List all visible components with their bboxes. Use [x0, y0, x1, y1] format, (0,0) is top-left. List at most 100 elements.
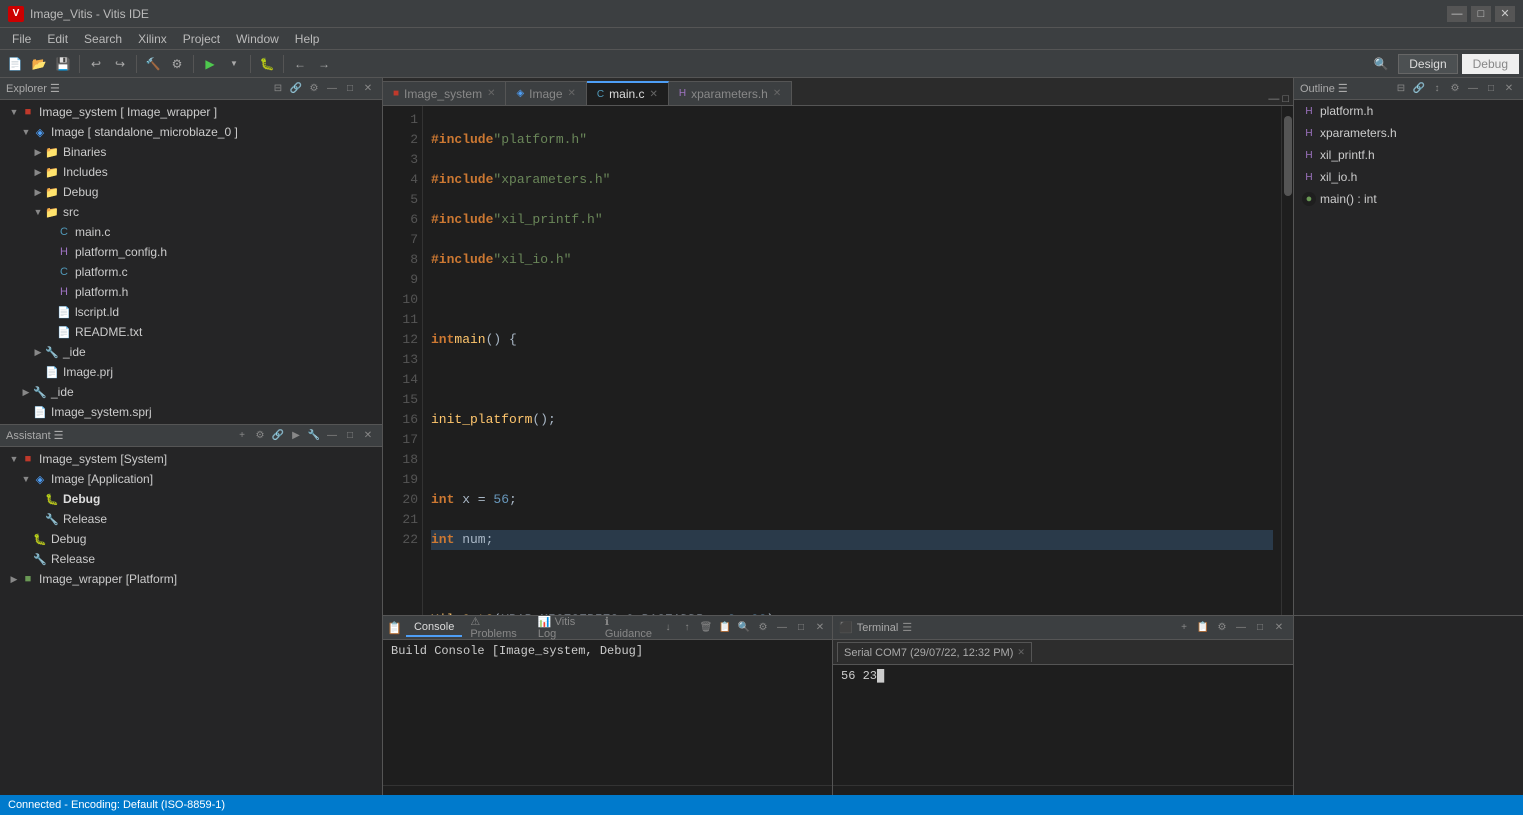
- scrollbar-thumb[interactable]: [1284, 116, 1292, 196]
- tree-item-includes[interactable]: ▶ 📁 Includes: [0, 162, 382, 182]
- tree-item-image-system[interactable]: ▼ ■ Image_system [ Image_wrapper ]: [0, 102, 382, 122]
- tree-arrow-binaries[interactable]: ▶: [32, 146, 44, 158]
- outline-settings-icon[interactable]: ⚙: [1447, 81, 1463, 97]
- terminal-new-icon[interactable]: +: [1176, 620, 1192, 636]
- tab-close-main-c[interactable]: ✕: [650, 89, 658, 100]
- explorer-link-icon[interactable]: 🔗: [288, 81, 304, 97]
- assistant-link-icon[interactable]: 🔗: [270, 428, 286, 444]
- tree-arrow-image-app[interactable]: ▼: [20, 126, 32, 138]
- tree-arrow-debug-folder[interactable]: ▶: [32, 186, 44, 198]
- toolbar-open-button[interactable]: 📂: [28, 53, 50, 75]
- tree-item-image-wrapper[interactable]: ▶ ■ Image_wrapper: [0, 422, 382, 424]
- minimize-button[interactable]: —: [1447, 6, 1467, 22]
- debug-tab[interactable]: Debug: [1462, 54, 1519, 74]
- assistant-settings-icon[interactable]: ⚙: [252, 428, 268, 444]
- toolbar-search-button[interactable]: 🔍: [1370, 53, 1392, 75]
- console-hscrollbar[interactable]: [383, 785, 832, 795]
- console-tab-problems[interactable]: ⚠ Problems: [462, 616, 530, 642]
- tree-item-platform-c[interactable]: ▶ C platform.c: [0, 262, 382, 282]
- terminal-output[interactable]: 56 23█: [833, 665, 1293, 785]
- menu-file[interactable]: File: [4, 30, 39, 48]
- assistant-close-icon[interactable]: ✕: [360, 428, 376, 444]
- explorer-maximize-icon[interactable]: □: [342, 81, 358, 97]
- tab-close-xparameters-h[interactable]: ✕: [773, 88, 781, 99]
- terminal-copy-icon[interactable]: 📋: [1195, 620, 1211, 636]
- menu-help[interactable]: Help: [287, 30, 328, 48]
- tree-item-platform-h[interactable]: ▶ H platform.h: [0, 282, 382, 302]
- toolbar-run-button[interactable]: ▶: [199, 53, 221, 75]
- tree-item-image-prj[interactable]: ▶ 📄 Image.prj: [0, 362, 382, 382]
- menu-edit[interactable]: Edit: [39, 30, 76, 48]
- terminal-close-icon[interactable]: ✕: [1271, 620, 1287, 636]
- toolbar-redo-button[interactable]: ↪: [109, 53, 131, 75]
- tree-item-ide-sub[interactable]: ▶ 🔧 _ide: [0, 342, 382, 362]
- close-button[interactable]: ✕: [1495, 6, 1515, 22]
- assistant-item-image-app[interactable]: ▼ ◈ Image [Application]: [0, 469, 382, 489]
- explorer-settings-icon[interactable]: ⚙: [306, 81, 322, 97]
- assistant-minimize-icon[interactable]: —: [324, 428, 340, 444]
- editor-scrollbar[interactable]: [1281, 106, 1293, 615]
- outline-close-icon[interactable]: ✕: [1501, 81, 1517, 97]
- assistant-arrow-image-app[interactable]: ▼: [20, 473, 32, 485]
- tree-item-image-app[interactable]: ▼ ◈ Image [ standalone_microblaze_0 ]: [0, 122, 382, 142]
- toolbar-forward-button[interactable]: →: [313, 53, 335, 75]
- tab-image-system[interactable]: ■ Image_system ✕: [383, 81, 506, 105]
- console-close-icon[interactable]: ✕: [812, 620, 828, 636]
- outline-link-icon[interactable]: 🔗: [1411, 81, 1427, 97]
- tree-item-image-system-sprj[interactable]: ▶ 📄 Image_system.sprj: [0, 402, 382, 422]
- assistant-item-image-system[interactable]: ▼ ■ Image_system [System]: [0, 449, 382, 469]
- terminal-hscrollbar[interactable]: [833, 785, 1293, 795]
- console-maximize-icon[interactable]: □: [793, 620, 809, 636]
- maximize-button[interactable]: □: [1471, 6, 1491, 22]
- terminal-maximize-icon[interactable]: □: [1252, 620, 1268, 636]
- terminal-com7-tab[interactable]: Serial COM7 (29/07/22, 12:32 PM) ✕: [837, 642, 1032, 662]
- tree-item-main-c[interactable]: ▶ C main.c: [0, 222, 382, 242]
- toolbar-build-button[interactable]: 🔨: [142, 53, 164, 75]
- toolbar-debug-button[interactable]: 🐛: [256, 53, 278, 75]
- outline-item-xil-printf-h[interactable]: H xil_printf.h: [1294, 144, 1523, 166]
- code-editor[interactable]: #include "platform.h" #include "xparamet…: [423, 106, 1281, 615]
- console-filter-icon[interactable]: 🔍: [736, 620, 752, 636]
- toolbar-new-button[interactable]: 📄: [4, 53, 26, 75]
- outline-item-main-fn[interactable]: ● main() : int: [1294, 188, 1523, 210]
- console-copy-icon[interactable]: 📋: [717, 620, 733, 636]
- tree-arrow-image-system[interactable]: ▼: [8, 106, 20, 118]
- outline-item-xil-io-h[interactable]: H xil_io.h: [1294, 166, 1523, 188]
- minimize-editor-icon[interactable]: —: [1268, 93, 1279, 105]
- toolbar-back-button[interactable]: ←: [289, 53, 311, 75]
- tree-item-readme[interactable]: ▶ 📄 README.txt: [0, 322, 382, 342]
- tab-close-image-system[interactable]: ✕: [487, 88, 495, 99]
- menu-window[interactable]: Window: [228, 30, 287, 48]
- tree-item-binaries[interactable]: ▶ 📁 Binaries: [0, 142, 382, 162]
- explorer-close-icon[interactable]: ✕: [360, 81, 376, 97]
- tree-item-lscript-ld[interactable]: ▶ 📄 lscript.ld: [0, 302, 382, 322]
- terminal-sub-tab-close[interactable]: ✕: [1017, 647, 1025, 658]
- tab-xparameters-h[interactable]: H xparameters.h ✕: [669, 81, 792, 105]
- console-tab-guidance[interactable]: ℹ Guidance: [597, 616, 660, 642]
- console-minimize-icon[interactable]: —: [774, 620, 790, 636]
- terminal-minimize-icon[interactable]: —: [1233, 620, 1249, 636]
- tab-close-image[interactable]: ✕: [568, 88, 576, 99]
- assistant-arrow-image-wrapper[interactable]: ▶: [8, 573, 20, 585]
- tree-arrow-ide-sub[interactable]: ▶: [32, 346, 44, 358]
- tree-arrow-ide[interactable]: ▶: [20, 386, 32, 398]
- menu-xilinx[interactable]: Xilinx: [130, 30, 175, 48]
- tree-item-debug-folder[interactable]: ▶ 📁 Debug: [0, 182, 382, 202]
- assistant-item-release[interactable]: ▶ 🔧 Release: [0, 509, 382, 529]
- explorer-collapse-icon[interactable]: ⊟: [270, 81, 286, 97]
- toolbar-save-button[interactable]: 💾: [52, 53, 74, 75]
- assistant-maximize-icon[interactable]: □: [342, 428, 358, 444]
- toolbar-undo-button[interactable]: ↩: [85, 53, 107, 75]
- console-tab-console[interactable]: Console: [406, 619, 462, 637]
- console-settings-icon[interactable]: ⚙: [755, 620, 771, 636]
- console-tab-vitis-log[interactable]: 📊 Vitis Log: [530, 616, 597, 642]
- assistant-item-debug-bold[interactable]: ▶ 🐛 Debug: [0, 489, 382, 509]
- outline-minimize-icon[interactable]: —: [1465, 81, 1481, 97]
- toolbar-build-all-button[interactable]: ⚙: [166, 53, 188, 75]
- console-arrow-down-icon[interactable]: ↓: [660, 620, 676, 636]
- tree-item-src[interactable]: ▼ 📁 src: [0, 202, 382, 222]
- menu-project[interactable]: Project: [175, 30, 228, 48]
- assistant-item-release2[interactable]: ▶ 🔧 Release: [0, 549, 382, 569]
- outline-item-platform-h[interactable]: H platform.h: [1294, 100, 1523, 122]
- console-arrow-up-icon[interactable]: ↑: [679, 620, 695, 636]
